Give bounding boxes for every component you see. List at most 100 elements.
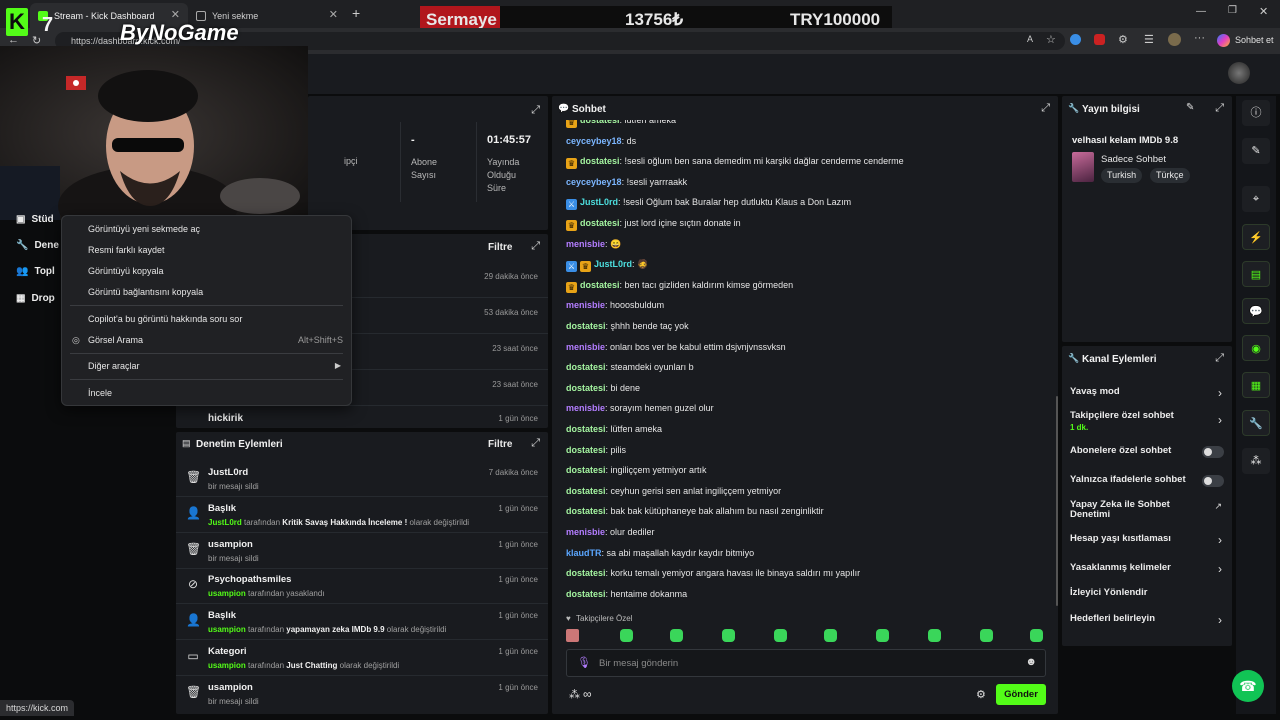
chat-message[interactable]: dostatesi: bi dene	[566, 383, 640, 393]
chat-username[interactable]: menisbie	[566, 239, 605, 249]
mod-action-row[interactable]: ▭ Kategori 1 gün önce usampion tarafından J…	[176, 641, 548, 676]
expand-icon[interactable]: ⤢	[531, 104, 540, 117]
emote-icon[interactable]	[928, 629, 941, 642]
chat-username[interactable]: dostatesi	[580, 156, 620, 166]
expand-icon[interactable]: ⤢	[531, 437, 540, 450]
chat-message[interactable]: klaudTR: sa abi maşallah kaydır kaydır b…	[566, 548, 754, 558]
channel-action-row[interactable]: Takipçilere özel sohbet 1 dk. ›	[1062, 411, 1232, 433]
chat-message[interactable]: dostatesi: lütfen ameka	[566, 424, 662, 434]
menu-item-open-image-new-tab[interactable]: Görüntüyü yeni sekmede aç	[88, 224, 200, 234]
chat-username[interactable]: JustL0rd	[580, 197, 618, 207]
chat-username[interactable]: menisbie	[566, 403, 605, 413]
filter-button[interactable]: Filtre	[488, 439, 512, 450]
minimize-icon[interactable]: —	[1196, 6, 1206, 17]
expand-icon[interactable]: ⤢	[1215, 102, 1224, 115]
mod-action-user[interactable]: usampion	[208, 661, 246, 670]
lightning-icon[interactable]: ⚡	[1242, 224, 1270, 250]
emoji-icon[interactable]: ☻	[1025, 656, 1037, 668]
infinity-icon[interactable]: ∞	[583, 687, 592, 701]
channel-action-row[interactable]: Hesap yaşı kısıtlaması ›	[1062, 533, 1232, 556]
chat-message[interactable]: dostatesi: pilis	[566, 445, 626, 455]
support-headset-icon[interactable]: ☎	[1232, 670, 1264, 702]
collections-icon[interactable]: ☰	[1144, 33, 1154, 46]
mod-action-row[interactable]: 🗑 usampion 1 gün önce bir mesajı sildi	[176, 677, 548, 711]
profile-avatar-icon[interactable]	[1168, 33, 1181, 46]
menu-item-ask-copilot[interactable]: Copilot'a bu görüntü hakkında soru sor	[88, 314, 242, 324]
mod-action-user[interactable]: usampion	[208, 625, 246, 634]
chat-message[interactable]: menisbie: onları bos ver be kabul ettim …	[566, 342, 786, 352]
nav-item-studio[interactable]: ▣ Stüd	[16, 214, 54, 225]
chat-message[interactable]: ♛ dostatesi: just lord içine sıçtın donat…	[566, 218, 741, 231]
chat-username[interactable]: dostatesi	[566, 589, 606, 599]
chat-username[interactable]: klaudTR	[566, 548, 602, 558]
menu-dots-icon[interactable]: ···	[1194, 32, 1205, 44]
emote-icon[interactable]	[620, 629, 633, 642]
chat-message[interactable]: dostatesi: steamdeki oyunları b	[566, 362, 694, 372]
chat-username[interactable]: dostatesi	[566, 486, 606, 496]
chat-input[interactable]: 🎙 Bir mesaj gönderin ☻	[566, 649, 1046, 677]
chat-users-icon[interactable]: ⁂	[569, 688, 580, 701]
follower-name[interactable]: hickirik	[208, 413, 243, 424]
chat-username[interactable]: menisbie	[566, 300, 605, 310]
copilot-chat-button[interactable]: Sohbet et	[1213, 31, 1278, 51]
chat-username[interactable]: dostatesi	[566, 506, 606, 516]
chat-message[interactable]: menisbie: hooosbuldum	[566, 300, 664, 310]
menu-item-inspect[interactable]: İncele	[88, 388, 112, 398]
channel-action-row[interactable]: Yavaş mod ›	[1062, 386, 1232, 409]
chat-message[interactable]: ⚔ ♛ JustL0rd: 🧔	[566, 259, 648, 273]
chat-message[interactable]: ⚔ JustL0rd: !sesli Oğlum bak Buralar hep …	[566, 197, 851, 211]
chat-message[interactable]: menisbie: olur dediler	[566, 527, 655, 537]
menu-item-save-image-as[interactable]: Resmi farklı kaydet	[88, 245, 165, 255]
chat-username[interactable]: dostatesi	[566, 362, 606, 372]
edit-pencil-icon[interactable]: ✎	[1242, 138, 1270, 164]
chat-message[interactable]: menisbie: sorayım hemen guzel olur	[566, 403, 714, 413]
channel-action-row[interactable]: İzleyici Yönlendir	[1062, 588, 1232, 610]
document-icon[interactable]: ▤	[1242, 261, 1270, 287]
maximize-icon[interactable]: ❐	[1228, 5, 1237, 16]
chat-username[interactable]: ceyceybey18	[566, 136, 622, 146]
chat-message[interactable]: ♛ dostatesi: !sesli oğlum ben sana demedi…	[566, 156, 904, 170]
expand-icon[interactable]: ⤢	[531, 240, 540, 253]
chat-scrollbar[interactable]	[1056, 396, 1058, 606]
info-icon[interactable]: ⓘ	[1242, 100, 1270, 126]
favorite-star-icon[interactable]: ☆	[1046, 33, 1056, 46]
extensions-puzzle-icon[interactable]: ⚙	[1118, 33, 1128, 46]
chat-message[interactable]: ceyceybey18: !sesli yarrraakk	[566, 177, 687, 187]
expand-icon[interactable]: ⤢	[1215, 352, 1224, 365]
emote-icon[interactable]	[774, 629, 787, 642]
channel-action-row[interactable]: Hedefleri belirleyin ›	[1062, 613, 1232, 636]
mod-action-user[interactable]: JustL0rd	[208, 518, 242, 527]
tag[interactable]: Türkçe	[1150, 168, 1190, 183]
chat-message[interactable]: menisbie: 😄	[566, 239, 621, 250]
chat-username[interactable]: JustL0rd	[594, 259, 632, 269]
chat-message[interactable]: dostatesi: hentaime dokanma	[566, 589, 687, 599]
channel-action-row[interactable]: Yasaklanmış kelimeler ›	[1062, 562, 1232, 585]
chat-message[interactable]: ♛ dostatesi: ben tacı gizliden kaldırım k…	[566, 280, 793, 293]
emote-icon[interactable]	[980, 629, 993, 642]
close-tab-icon[interactable]: ✕	[329, 8, 338, 21]
extension-icon[interactable]	[1070, 34, 1081, 45]
channel-action-row[interactable]: Yalnızca ifadelerle sohbet	[1062, 475, 1232, 497]
chat-message[interactable]: dostatesi: bak bak kütüphaneye bak allah…	[566, 506, 824, 516]
new-tab-plus-icon[interactable]: +	[352, 5, 360, 21]
chat-username[interactable]: dostatesi	[566, 568, 606, 578]
microphone-icon[interactable]: 🎙	[577, 656, 591, 669]
expand-icon[interactable]: ⤢	[1041, 102, 1050, 115]
chat-settings-gear-icon[interactable]: ⚙	[976, 688, 986, 701]
mod-action-row[interactable]: 👤 Başlık 1 gün önce JustL0rd tarafından Kri…	[176, 498, 548, 533]
emote-icon[interactable]	[876, 629, 889, 642]
edit-pencil-icon[interactable]: ✎	[1186, 102, 1194, 113]
filter-button[interactable]: Filtre	[488, 242, 512, 253]
menu-item-visual-search[interactable]: Görsel Arama	[88, 335, 143, 345]
emote-icon[interactable]	[670, 629, 683, 642]
layout-icon[interactable]: ▦	[1242, 372, 1270, 398]
chat-message[interactable]: dostatesi: ceyhun gerisi sen anlat ingil…	[566, 486, 781, 496]
chat-username[interactable]: dostatesi	[580, 120, 620, 125]
toggle-switch[interactable]	[1202, 446, 1224, 458]
chat-message[interactable]: dostatesi: korku temalı yemiyor angara h…	[566, 568, 860, 578]
mod-action-row[interactable]: ⊘ Psychopathsmiles 1 gün önce usampion tara…	[176, 569, 548, 605]
chat-username[interactable]: dostatesi	[580, 218, 620, 228]
extension-icon[interactable]	[1094, 34, 1105, 45]
tag[interactable]: Turkish	[1101, 168, 1143, 183]
chat-username[interactable]: dostatesi	[566, 321, 606, 331]
